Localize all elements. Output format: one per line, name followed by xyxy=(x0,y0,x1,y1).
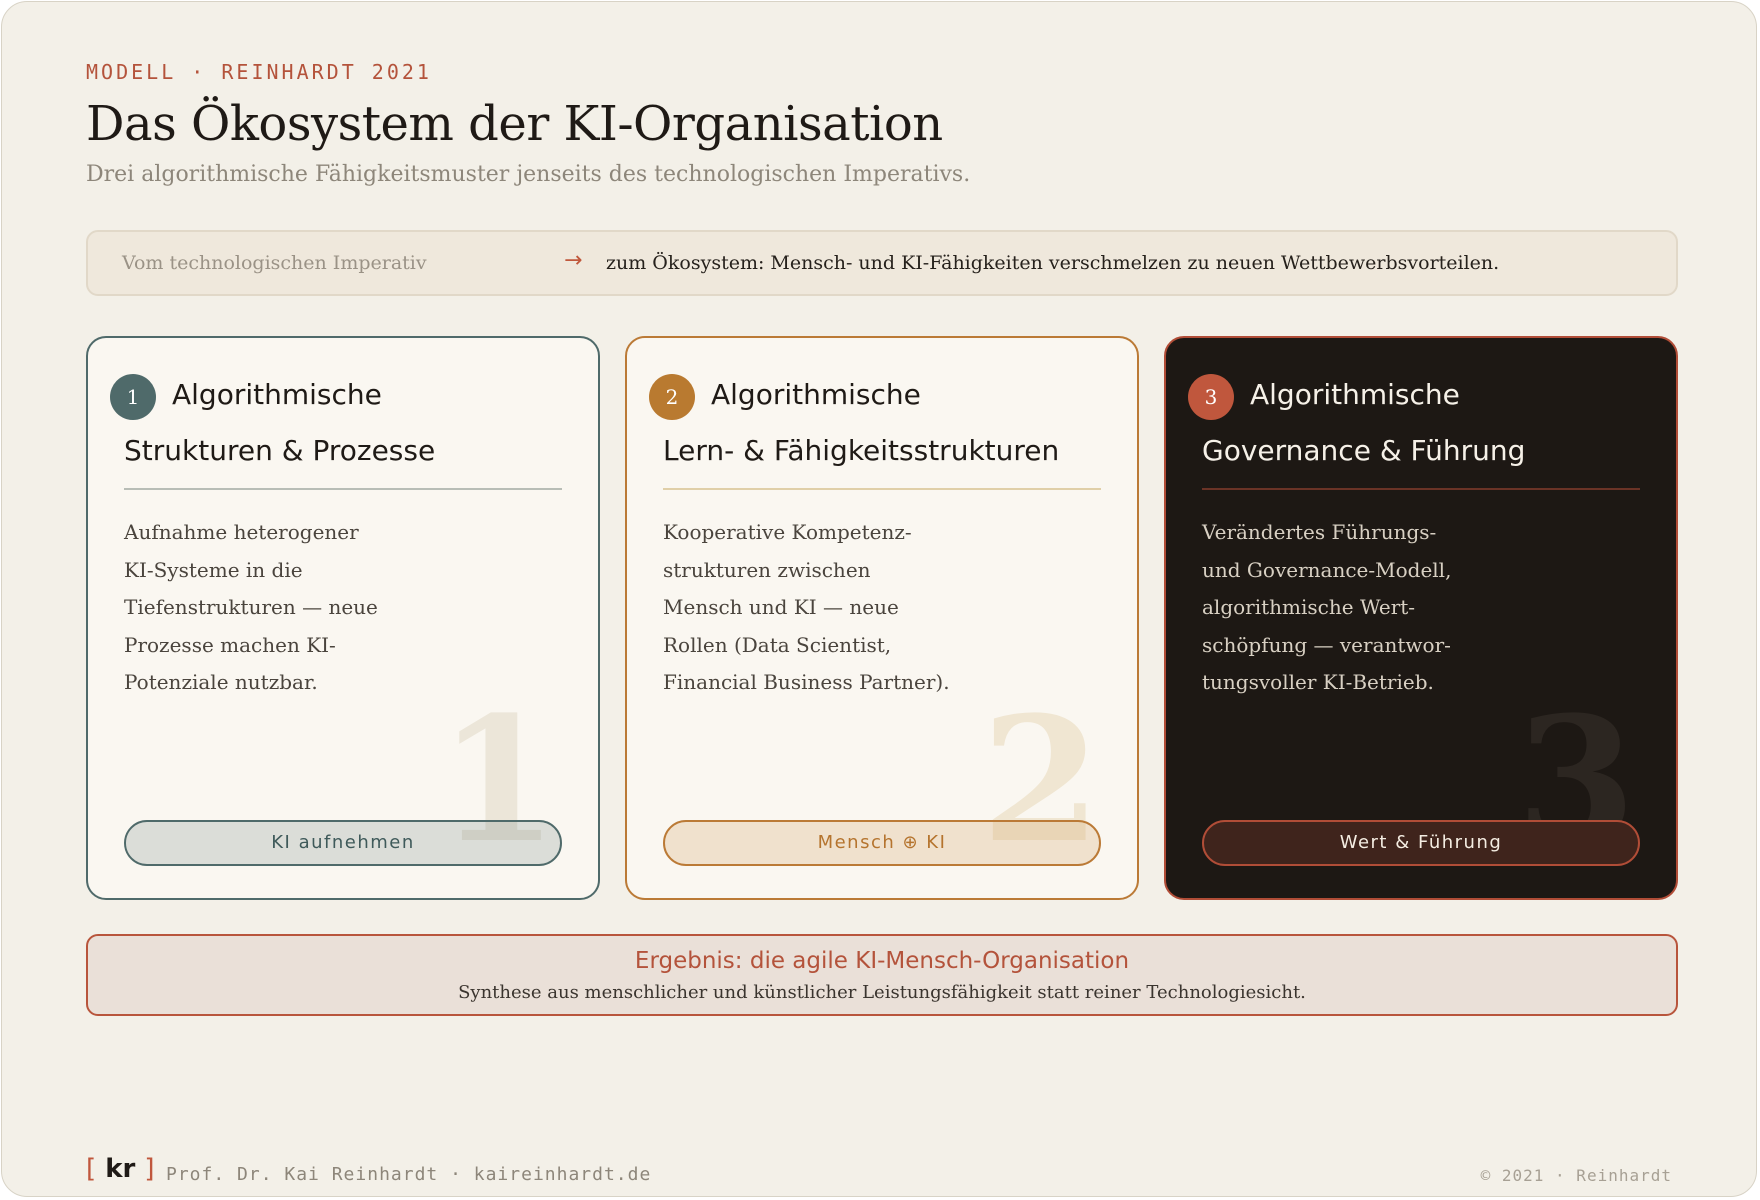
result-text: Synthese aus menschlicher und künstliche… xyxy=(458,982,1306,1003)
slide: MODELL · REINHARDT 2021 Das Ökosystem de… xyxy=(1,1,1757,1197)
arrow-right-icon: → xyxy=(564,248,583,273)
logo-bracket-open: [ xyxy=(86,1154,97,1184)
kr-logo: [ kr ] xyxy=(86,1154,155,1184)
card-title-line1: Algorithmische xyxy=(172,378,382,411)
page-subtitle: Drei algorithmische Fähigkeitsmuster jen… xyxy=(86,162,971,187)
footer-author: Prof. Dr. Kai Reinhardt · kaireinhardt.d… xyxy=(166,1164,652,1185)
card-title-line2: Lern- & Fähigkeitsstrukturen xyxy=(663,434,1060,467)
card-divider xyxy=(1202,488,1640,490)
result-box: Ergebnis: die agile KI-Mensch-Organisati… xyxy=(86,934,1678,1016)
card-title-line2: Governance & Führung xyxy=(1202,434,1526,467)
banner-from-text: Vom technologischen Imperativ xyxy=(122,252,427,274)
result-title: Ergebnis: die agile KI-Mensch-Organisati… xyxy=(634,948,1130,974)
capability-card-1: 1 1 Algorithmische Strukturen & Prozesse… xyxy=(86,336,600,900)
number-badge: 2 xyxy=(649,374,695,420)
card-divider xyxy=(663,488,1101,490)
capability-card-2: 2 2 Algorithmische Lern- & Fähigkeitsstr… xyxy=(625,336,1139,900)
number-badge: 1 xyxy=(110,374,156,420)
mensch-ki-button[interactable]: Mensch ⊕ KI xyxy=(663,820,1101,866)
ki-aufnehmen-button[interactable]: KI aufnehmen xyxy=(124,820,562,866)
logo-text: kr xyxy=(105,1154,136,1184)
logo-bracket-close: ] xyxy=(144,1154,155,1184)
footer-copyright: © 2021 · Reinhardt xyxy=(1480,1166,1672,1185)
card-description: Verändertes Führungs- und Governance-Mod… xyxy=(1202,520,1452,694)
card-divider xyxy=(124,488,562,490)
wert-fuehrung-button[interactable]: Wert & Führung xyxy=(1202,820,1640,866)
card-title-line2: Strukturen & Prozesse xyxy=(124,434,436,467)
number-badge: 3 xyxy=(1188,374,1234,420)
transition-banner: Vom technologischen Imperativ → zum Ökos… xyxy=(86,230,1678,296)
page-title: Das Ökosystem der KI-Organisation xyxy=(86,96,943,152)
eyebrow-label: MODELL · REINHARDT 2021 xyxy=(86,60,432,84)
card-title-line1: Algorithmische xyxy=(711,378,921,411)
banner-to-text: zum Ökosystem: Mensch- und KI-Fähigkeite… xyxy=(606,252,1500,274)
card-description: Aufnahme heterogener KI-Systeme in die T… xyxy=(124,520,378,694)
card-description: Kooperative Kompetenz- strukturen zwisch… xyxy=(663,520,950,694)
card-title-line1: Algorithmische xyxy=(1250,378,1460,411)
capability-card-3: 3 3 Algorithmische Governance & Führung … xyxy=(1164,336,1678,900)
